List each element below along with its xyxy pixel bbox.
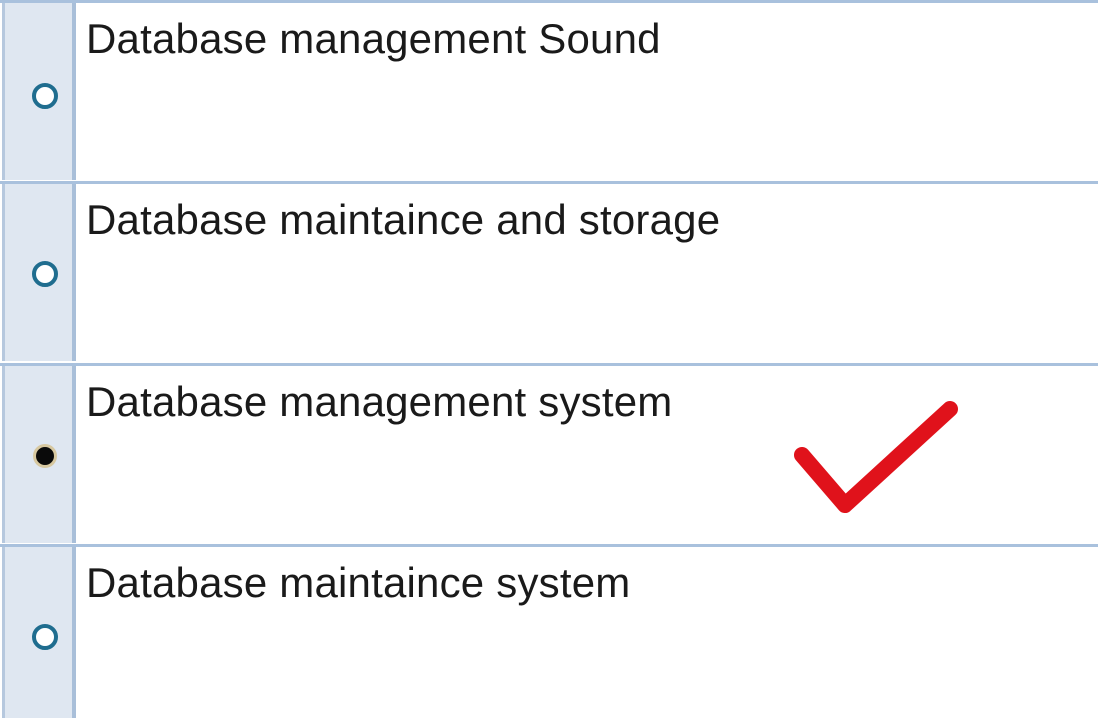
radio-button-2[interactable] [32, 261, 58, 287]
radio-button-3-selected[interactable] [33, 444, 57, 468]
option-row-4[interactable]: Database maintaince system [0, 544, 1098, 718]
radio-button-1[interactable] [32, 83, 58, 109]
radio-button-4[interactable] [32, 624, 58, 650]
checkmark-icon [794, 401, 958, 513]
radio-cell [2, 184, 76, 361]
option-label-2: Database maintaince and storage [86, 196, 721, 243]
option-label-1: Database management Sound [86, 15, 661, 62]
option-row-2[interactable]: Database maintaince and storage [0, 181, 1098, 361]
option-label-3: Database management system [86, 378, 673, 425]
answer-options: Database management Sound Database maint… [0, 0, 1098, 718]
radio-cell [2, 547, 76, 718]
radio-cell [2, 3, 76, 180]
radio-cell [2, 366, 76, 543]
option-row-1[interactable]: Database management Sound [0, 0, 1098, 180]
option-label-4: Database maintaince system [86, 559, 631, 606]
